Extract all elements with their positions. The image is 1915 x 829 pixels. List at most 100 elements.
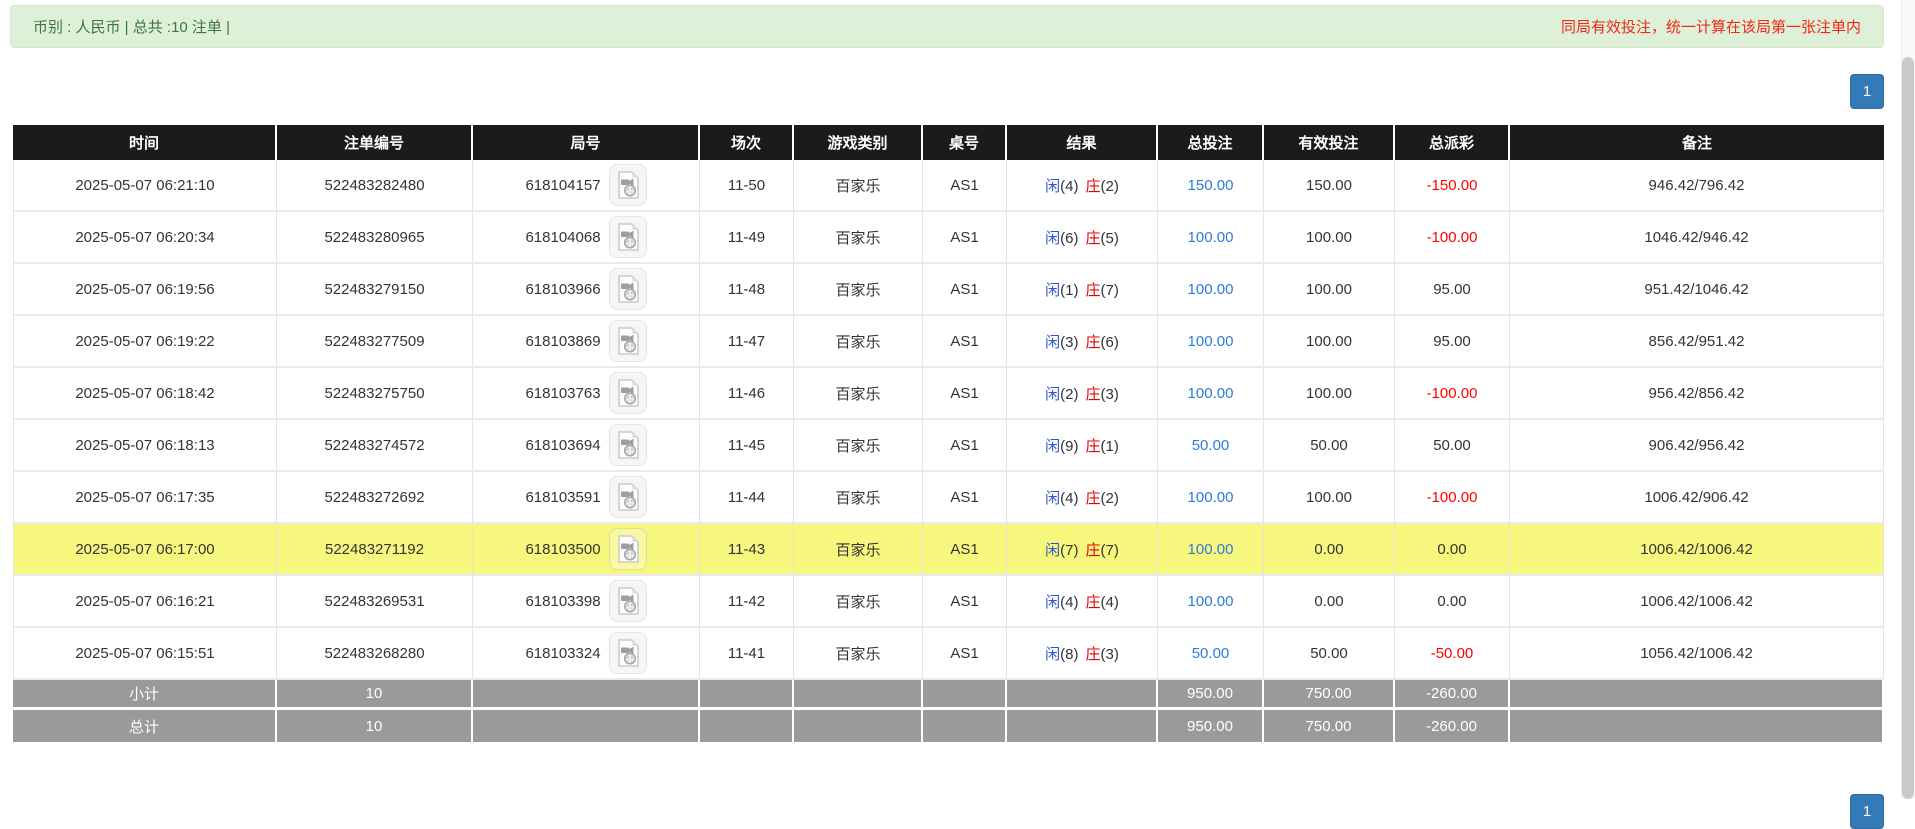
cell-remark: 951.42/1046.42 xyxy=(1510,264,1884,316)
result-player-value: (4) xyxy=(1060,178,1078,195)
summary-label: 小计 xyxy=(13,680,277,710)
summary-row: 小计 10 950.00 750.00 -260.00 xyxy=(13,680,1884,710)
summary-label: 总计 xyxy=(13,710,277,742)
cell-game-type: 百家乐 xyxy=(794,212,923,264)
result-banker-value: (2) xyxy=(1101,178,1119,195)
video-replay-button[interactable] xyxy=(609,216,647,258)
cell-session: 11-42 xyxy=(700,576,794,628)
banner-notice-text: 同局有效投注，统一计算在该局第一张注单内 xyxy=(1561,16,1861,37)
result-player-label: 闲 xyxy=(1045,230,1060,247)
col-header-session: 场次 xyxy=(700,125,794,160)
video-replay-button[interactable] xyxy=(609,372,647,414)
cell-bet-id: 522483269531 xyxy=(277,576,473,628)
table-row[interactable]: 2025-05-07 06:18:42 522483275750 6181037… xyxy=(13,368,1884,420)
result-player-label: 闲 xyxy=(1045,490,1060,507)
total-bet-link[interactable]: 50.00 xyxy=(1192,645,1230,662)
cell-time: 2025-05-07 06:18:42 xyxy=(13,368,277,420)
result-player-value: (4) xyxy=(1060,490,1078,507)
col-header-total-bet: 总投注 xyxy=(1158,125,1264,160)
result-banker-label: 庄 xyxy=(1086,490,1101,507)
result-banker-value: (6) xyxy=(1101,334,1119,351)
cell-round: 618103591 xyxy=(473,472,700,524)
result-player-label: 闲 xyxy=(1045,646,1060,663)
total-bet-link[interactable]: 100.00 xyxy=(1188,593,1234,610)
cell-time: 2025-05-07 06:17:00 xyxy=(13,524,277,576)
result-player-label: 闲 xyxy=(1045,542,1060,559)
scrollbar-thumb[interactable] xyxy=(1902,57,1914,799)
table-row[interactable]: 2025-05-07 06:18:13 522483274572 6181036… xyxy=(13,420,1884,472)
cell-bet-id: 522483280965 xyxy=(277,212,473,264)
page-1-button-bottom[interactable]: 1 xyxy=(1850,794,1884,829)
cell-session: 11-43 xyxy=(700,524,794,576)
cell-valid-bet: 100.00 xyxy=(1264,212,1395,264)
cell-remark: 946.42/796.42 xyxy=(1510,160,1884,212)
bet-records-section: 时间 注单编号 局号 场次 游戏类别 桌号 结果 总投注 有效投注 总派彩 备注… xyxy=(13,125,1884,742)
cell-result: 闲(1)庄(7) xyxy=(1007,264,1158,316)
video-replay-button[interactable] xyxy=(609,528,647,570)
result-player-label: 闲 xyxy=(1045,438,1060,455)
cell-time: 2025-05-07 06:20:34 xyxy=(13,212,277,264)
page-1-button[interactable]: 1 xyxy=(1850,74,1884,109)
result-banker-value: (3) xyxy=(1101,386,1119,403)
cell-bet-id: 522483274572 xyxy=(277,420,473,472)
cell-payout: -150.00 xyxy=(1395,160,1510,212)
summary-valid-bet: 750.00 xyxy=(1264,710,1395,742)
header-row: 时间 注单编号 局号 场次 游戏类别 桌号 结果 总投注 有效投注 总派彩 备注 xyxy=(13,125,1884,160)
cell-valid-bet: 100.00 xyxy=(1264,368,1395,420)
video-replay-button[interactable] xyxy=(609,424,647,466)
cell-result: 闲(4)庄(2) xyxy=(1007,160,1158,212)
table-row[interactable]: 2025-05-07 06:17:00 522483271192 6181035… xyxy=(13,524,1884,576)
video-replay-button[interactable] xyxy=(609,476,647,518)
video-replay-button[interactable] xyxy=(609,632,647,674)
result-banker-value: (3) xyxy=(1101,646,1119,663)
result-banker-value: (1) xyxy=(1101,438,1119,455)
video-replay-button[interactable] xyxy=(609,164,647,206)
cell-payout: -50.00 xyxy=(1395,628,1510,680)
cell-table-no: AS1 xyxy=(923,160,1007,212)
col-header-remark: 备注 xyxy=(1510,125,1884,160)
cell-bet-id: 522483275750 xyxy=(277,368,473,420)
total-bet-link[interactable]: 100.00 xyxy=(1188,489,1234,506)
total-bet-link[interactable]: 100.00 xyxy=(1188,333,1234,350)
cell-table-no: AS1 xyxy=(923,524,1007,576)
cell-table-no: AS1 xyxy=(923,264,1007,316)
summary-remark xyxy=(1510,680,1884,710)
col-header-time: 时间 xyxy=(13,125,277,160)
cell-round: 618103694 xyxy=(473,420,700,472)
result-player-label: 闲 xyxy=(1045,178,1060,195)
table-row[interactable]: 2025-05-07 06:19:56 522483279150 6181039… xyxy=(13,264,1884,316)
result-banker-value: (4) xyxy=(1101,594,1119,611)
cell-result: 闲(2)庄(3) xyxy=(1007,368,1158,420)
video-replay-button[interactable] xyxy=(609,580,647,622)
result-player-value: (6) xyxy=(1060,230,1078,247)
summary-count: 10 xyxy=(277,680,473,710)
total-bet-link[interactable]: 100.00 xyxy=(1188,385,1234,402)
result-banker-value: (7) xyxy=(1101,282,1119,299)
video-replay-button[interactable] xyxy=(609,268,647,310)
summary-banner: 币别 : 人民币 | 总共 :10 注单 | 同局有效投注，统一计算在该局第一张… xyxy=(10,5,1884,48)
table-row[interactable]: 2025-05-07 06:21:10 522483282480 6181041… xyxy=(13,160,1884,212)
scrollbar-track[interactable] xyxy=(1901,0,1915,799)
total-bet-link[interactable]: 100.00 xyxy=(1188,281,1234,298)
total-bet-link[interactable]: 50.00 xyxy=(1192,437,1230,454)
col-header-game-type: 游戏类别 xyxy=(794,125,923,160)
cell-round: 618103398 xyxy=(473,576,700,628)
summary-row: 总计 10 950.00 750.00 -260.00 xyxy=(13,710,1884,742)
cell-session: 11-44 xyxy=(700,472,794,524)
result-banker-label: 庄 xyxy=(1086,230,1101,247)
result-player-label: 闲 xyxy=(1045,386,1060,403)
video-replay-icon xyxy=(615,483,641,511)
video-replay-icon xyxy=(615,223,641,251)
table-row[interactable]: 2025-05-07 06:19:22 522483277509 6181038… xyxy=(13,316,1884,368)
table-row[interactable]: 2025-05-07 06:17:35 522483272692 6181035… xyxy=(13,472,1884,524)
table-row[interactable]: 2025-05-07 06:20:34 522483280965 6181040… xyxy=(13,212,1884,264)
total-bet-link[interactable]: 100.00 xyxy=(1188,229,1234,246)
cell-game-type: 百家乐 xyxy=(794,472,923,524)
total-bet-link[interactable]: 150.00 xyxy=(1188,177,1234,194)
table-row[interactable]: 2025-05-07 06:16:21 522483269531 6181033… xyxy=(13,576,1884,628)
summary-count: 10 xyxy=(277,710,473,742)
total-bet-link[interactable]: 100.00 xyxy=(1188,541,1234,558)
result-banker-value: (7) xyxy=(1101,542,1119,559)
table-row[interactable]: 2025-05-07 06:15:51 522483268280 6181033… xyxy=(13,628,1884,680)
video-replay-button[interactable] xyxy=(609,320,647,362)
